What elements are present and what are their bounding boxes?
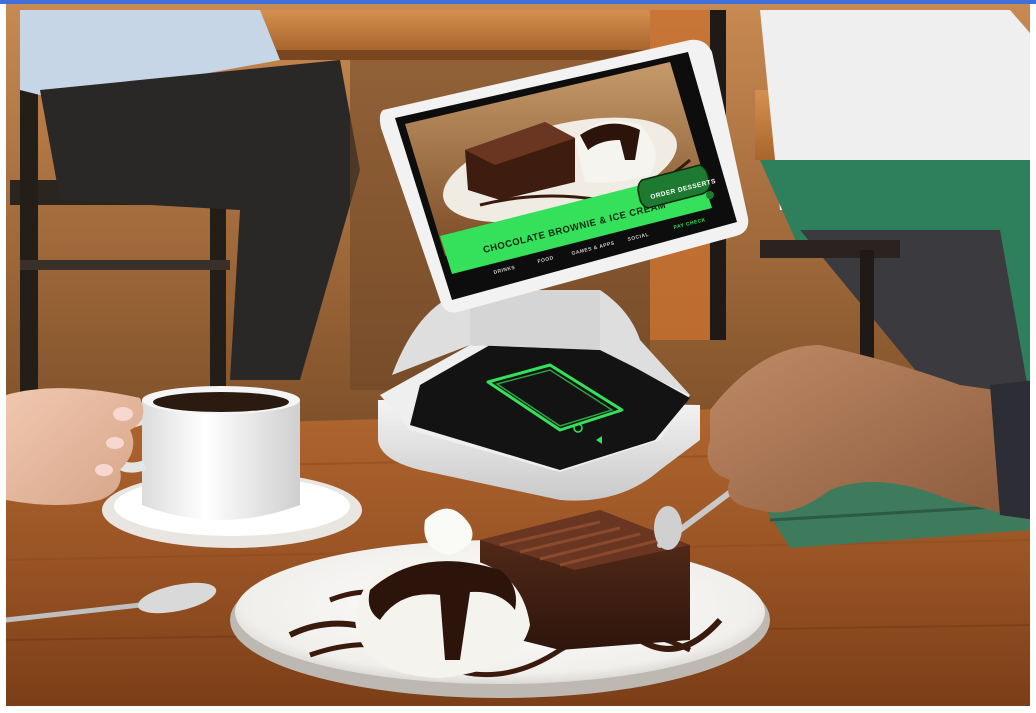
frame-left-edge: [0, 0, 6, 713]
frame-bottom-edge: [0, 706, 1036, 713]
kiosk-help-icon[interactable]: [706, 191, 714, 199]
frame-right-edge: [1030, 0, 1036, 713]
photo-canvas: CHOCOLATE BROWNIE & ICE CREAM ORDER DESS…: [0, 0, 1036, 713]
frame-top-bar: [0, 0, 1036, 4]
restaurant-photo-scene: CHOCOLATE BROWNIE & ICE CREAM ORDER DESS…: [0, 0, 1036, 713]
